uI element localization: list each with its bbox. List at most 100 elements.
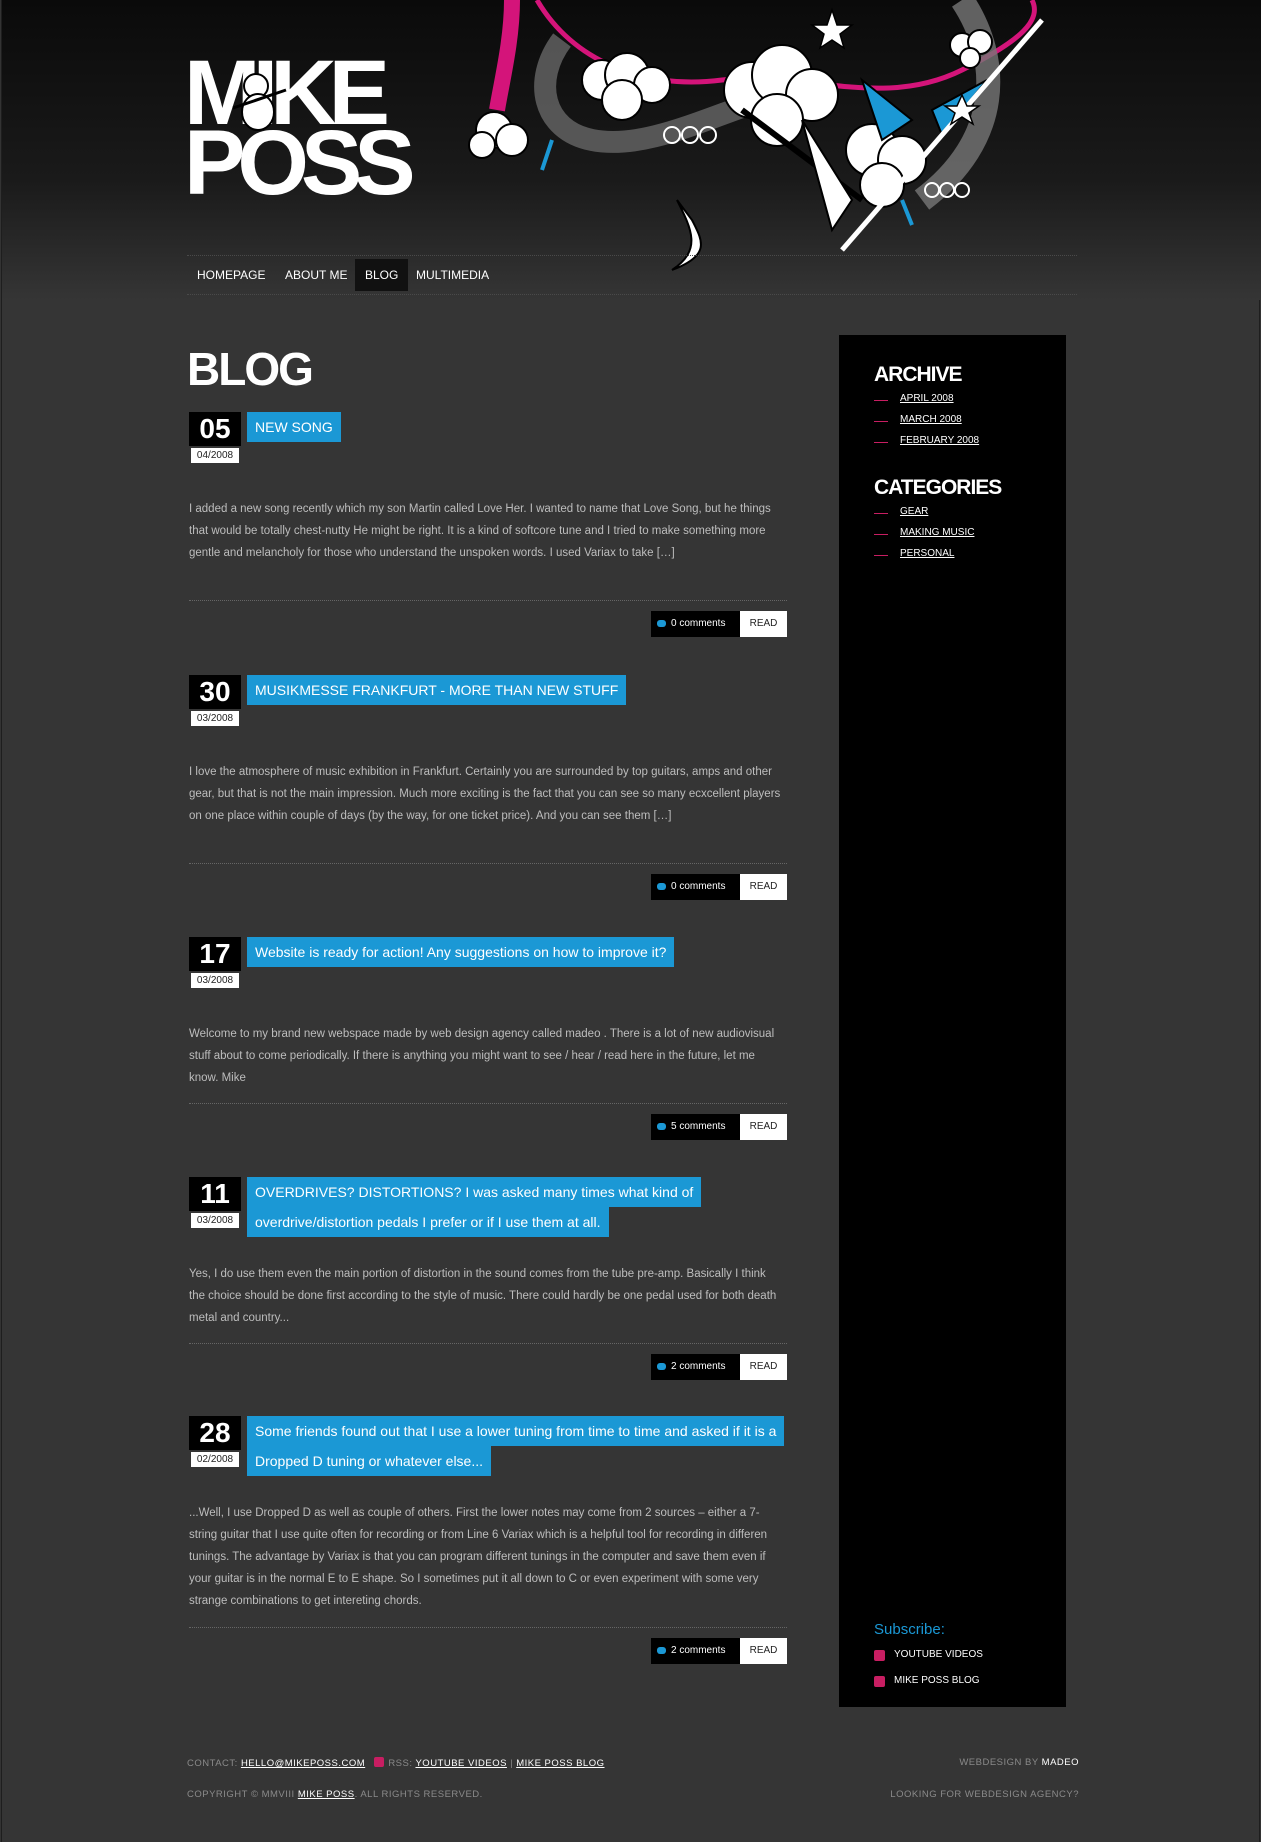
nav-homepage[interactable]: HOMEPAGE <box>187 259 275 291</box>
sidebar: ARCHIVE APRIL 2008 MARCH 2008 FEBRUARY 2… <box>839 335 1066 1707</box>
comments-link[interactable]: 5 comments <box>651 1114 740 1140</box>
archive-link-text[interactable]: MARCH 2008 <box>900 414 962 425</box>
page-title: BLOG <box>187 343 314 395</box>
post-divider <box>189 1627 787 1628</box>
copyright-prefix: COPYRIGHT © MMVIII <box>187 1789 295 1800</box>
rss-icon <box>874 1676 885 1687</box>
post-day: 05 <box>189 412 241 446</box>
logo-line-2: POSS <box>184 112 416 214</box>
blog-post: 30 03/2008 MUSIKMESSE FRANKFURT - MORE T… <box>187 675 787 905</box>
site-logo[interactable]: MIKE POSS <box>184 47 420 214</box>
comment-icon <box>657 883 666 890</box>
archive-link-text[interactable]: FEBRUARY 2008 <box>900 435 979 446</box>
footer-blog-link[interactable]: MIKE POSS BLOG <box>516 1758 604 1769</box>
post-day: 17 <box>189 937 241 971</box>
post-title-text[interactable]: OVERDRIVES? DISTORTIONS? I was asked man… <box>247 1177 702 1237</box>
post-month: 02/2008 <box>191 1452 239 1467</box>
post-month: 03/2008 <box>191 711 239 726</box>
copyright-name-link[interactable]: MIKE POSS <box>298 1789 355 1800</box>
subscribe-link-text[interactable]: MIKE POSS BLOG <box>894 1675 980 1686</box>
post-date: 05 04/2008 <box>189 412 241 464</box>
link-dash <box>874 555 888 556</box>
cherub-icon <box>232 73 287 131</box>
post-title[interactable]: Website is ready for action! Any suggest… <box>247 937 675 967</box>
comment-icon <box>657 1363 666 1370</box>
read-button[interactable]: READ <box>740 611 787 637</box>
comments-link[interactable]: 2 comments <box>651 1638 740 1664</box>
main-nav: HOMEPAGE ABOUT ME BLOG MULTIMEDIA <box>187 255 1077 295</box>
read-button[interactable]: READ <box>740 1354 787 1380</box>
comment-icon <box>657 1123 666 1130</box>
post-meta: 0 comments READ <box>651 874 787 900</box>
nav-about-me[interactable]: ABOUT ME <box>275 259 357 291</box>
subscribe-heading: Subscribe: <box>874 1621 945 1638</box>
blog-post: 28 02/2008 Some friends found out that I… <box>187 1416 787 1666</box>
blog-post: 05 04/2008 NEW SONG I added a new song r… <box>187 412 787 642</box>
archive-link-text[interactable]: APRIL 2008 <box>900 393 954 404</box>
post-title-text[interactable]: Some friends found out that I use a lowe… <box>247 1416 785 1476</box>
post-divider <box>189 863 787 864</box>
post-title[interactable]: NEW SONG <box>247 412 341 442</box>
webdesign-name-link[interactable]: MADEO <box>1042 1757 1079 1768</box>
comments-link[interactable]: 2 comments <box>651 1354 740 1380</box>
agency-link[interactable]: LOOKING FOR WEBDESIGN AGENCY? <box>890 1789 1079 1800</box>
post-title-text[interactable]: Website is ready for action! Any suggest… <box>247 937 675 967</box>
comments-link[interactable]: 0 comments <box>651 611 740 637</box>
archive-heading: ARCHIVE <box>874 363 963 386</box>
post-date: 28 02/2008 <box>189 1416 241 1468</box>
footer-row-2: COPYRIGHT © MMVIII MIKE POSS. ALL RIGHTS… <box>187 1789 1079 1800</box>
contact-label: CONTACT: <box>187 1758 238 1769</box>
contact-email-link[interactable]: HELLO@MIKEPOSS.COM <box>241 1758 365 1769</box>
blog-post: 11 03/2008 OVERDRIVES? DISTORTIONS? I wa… <box>187 1177 787 1382</box>
categories-heading: CATEGORIES <box>874 476 1002 499</box>
comments-link[interactable]: 0 comments <box>651 874 740 900</box>
comments-count: 2 comments <box>671 1361 726 1372</box>
post-excerpt: ...Well, I use Dropped D as well as coup… <box>189 1507 768 1607</box>
footer-youtube-link[interactable]: YOUTUBE VIDEOS <box>415 1758 506 1769</box>
post-meta: 0 comments READ <box>651 611 787 637</box>
nav-blog[interactable]: BLOG <box>355 259 409 291</box>
webdesign-credit: WEBDESIGN BY MADEO <box>959 1757 1079 1768</box>
post-date: 11 03/2008 <box>189 1177 241 1229</box>
blog-post: 17 03/2008 Website is ready for action! … <box>187 937 787 1142</box>
post-title-text[interactable]: NEW SONG <box>247 412 341 442</box>
post-title[interactable]: MUSIKMESSE FRANKFURT - MORE THAN NEW STU… <box>247 675 627 705</box>
read-button[interactable]: READ <box>740 874 787 900</box>
rss-icon <box>874 1650 885 1661</box>
star-icon <box>809 7 855 50</box>
post-meta: 2 comments READ <box>651 1638 787 1664</box>
post-month: 03/2008 <box>191 1213 239 1228</box>
post-title[interactable]: OVERDRIVES? DISTORTIONS? I was asked man… <box>247 1177 787 1237</box>
read-button[interactable]: READ <box>740 1638 787 1664</box>
link-dash <box>874 442 888 443</box>
link-dash <box>874 534 888 535</box>
comments-count: 5 comments <box>671 1121 726 1132</box>
post-day: 28 <box>189 1416 241 1450</box>
comments-count: 2 comments <box>671 1645 726 1656</box>
footer-row-1: CONTACT: HELLO@MIKEPOSS.COM RSS: YOUTUBE… <box>187 1757 1079 1769</box>
post-meta: 2 comments READ <box>651 1354 787 1380</box>
post-excerpt: Welcome to my brand new webspace made by… <box>189 1028 775 1084</box>
webdesign-label: WEBDESIGN BY <box>959 1757 1039 1768</box>
subscribe-link-text[interactable]: YOUTUBE VIDEOS <box>894 1649 983 1660</box>
post-divider <box>189 1343 787 1344</box>
post-month: 04/2008 <box>191 448 239 463</box>
post-title-text[interactable]: MUSIKMESSE FRANKFURT - MORE THAN NEW STU… <box>247 675 627 705</box>
post-title[interactable]: Some friends found out that I use a lowe… <box>247 1416 787 1476</box>
post-excerpt: I love the atmosphere of music exhibitio… <box>189 766 781 822</box>
comments-count: 0 comments <box>671 618 726 629</box>
footer-separator: | <box>510 1758 514 1769</box>
link-dash <box>874 421 888 422</box>
category-link-text[interactable]: GEAR <box>900 506 928 517</box>
link-dash <box>874 400 888 401</box>
post-excerpt: I added a new song recently which my son… <box>189 503 771 559</box>
cloud-icon <box>468 111 529 159</box>
post-meta: 5 comments READ <box>651 1114 787 1140</box>
post-divider <box>189 600 787 601</box>
comment-icon <box>657 1647 666 1654</box>
category-link-text[interactable]: PERSONAL <box>900 548 954 559</box>
post-day: 11 <box>189 1177 241 1211</box>
nav-multimedia[interactable]: MULTIMEDIA <box>406 259 499 291</box>
read-button[interactable]: READ <box>740 1114 787 1140</box>
category-link-text[interactable]: MAKING MUSIC <box>900 527 974 538</box>
